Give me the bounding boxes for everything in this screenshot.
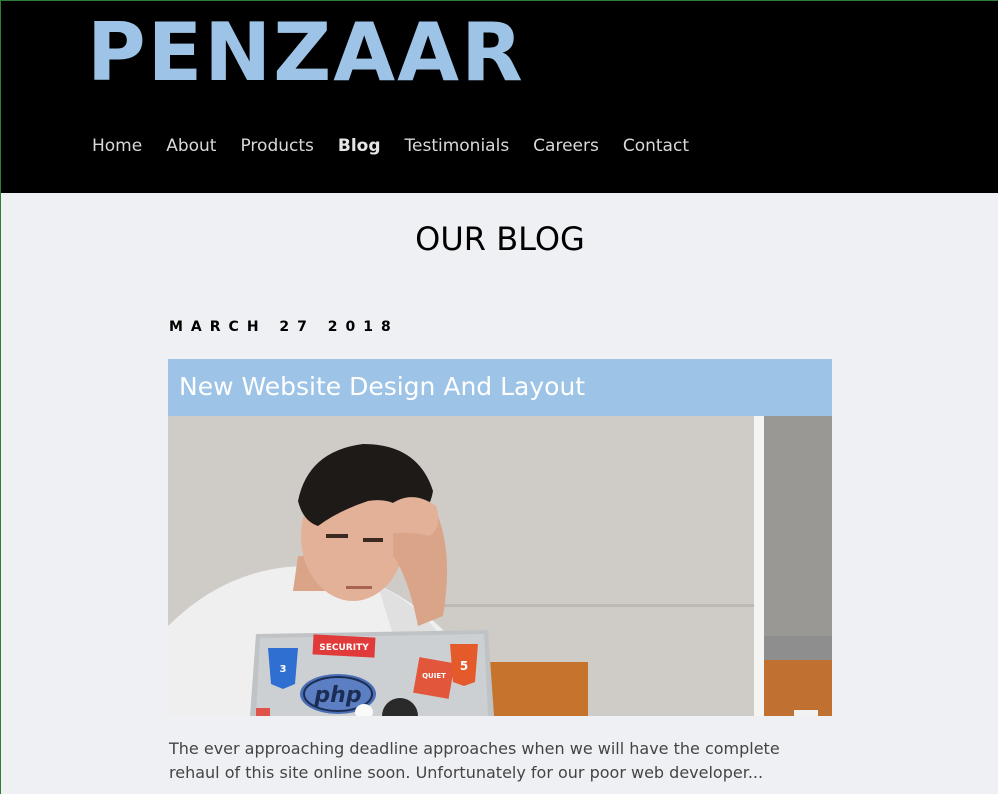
nav-testimonials[interactable]: Testimonials xyxy=(405,134,510,158)
nav-about[interactable]: About xyxy=(166,134,216,158)
quiet-sticker: QUIET xyxy=(413,657,455,699)
nav-home[interactable]: Home xyxy=(92,134,142,158)
post-title[interactable]: New Website Design And Layout xyxy=(179,370,585,404)
page-title: OUR BLOG xyxy=(415,220,585,258)
nav-careers[interactable]: Careers xyxy=(533,134,599,158)
site-logo[interactable]: PENZAAR xyxy=(87,7,525,99)
post-title-bar: New Website Design And Layout xyxy=(168,359,832,416)
site-header: PENZAAR Home About Products Blog Testimo… xyxy=(1,1,998,193)
main-nav: Home About Products Blog Testimonials Ca… xyxy=(92,134,713,158)
security-sticker: SECURITY xyxy=(312,634,376,658)
nav-blog[interactable]: Blog xyxy=(338,134,381,158)
post-excerpt: The ever approaching deadline approaches… xyxy=(169,739,780,782)
nav-contact[interactable]: Contact xyxy=(623,134,689,158)
svg-text:SECURITY: SECURITY xyxy=(319,643,369,653)
nav-products[interactable]: Products xyxy=(240,134,313,158)
svg-text:3: 3 xyxy=(280,664,287,675)
svg-text:5: 5 xyxy=(460,659,468,673)
post-photo: 3 SECURITY php QUIET 5 xyxy=(168,416,832,716)
css-sticker: 3 xyxy=(268,648,298,689)
svg-text:php: php xyxy=(313,683,361,708)
svg-text:QUIET: QUIET xyxy=(422,672,446,680)
html-sticker: 5 xyxy=(450,644,478,686)
post-date: MARCH 27 2018 xyxy=(169,319,399,335)
post-image[interactable]: 3 SECURITY php QUIET 5 xyxy=(168,416,832,716)
